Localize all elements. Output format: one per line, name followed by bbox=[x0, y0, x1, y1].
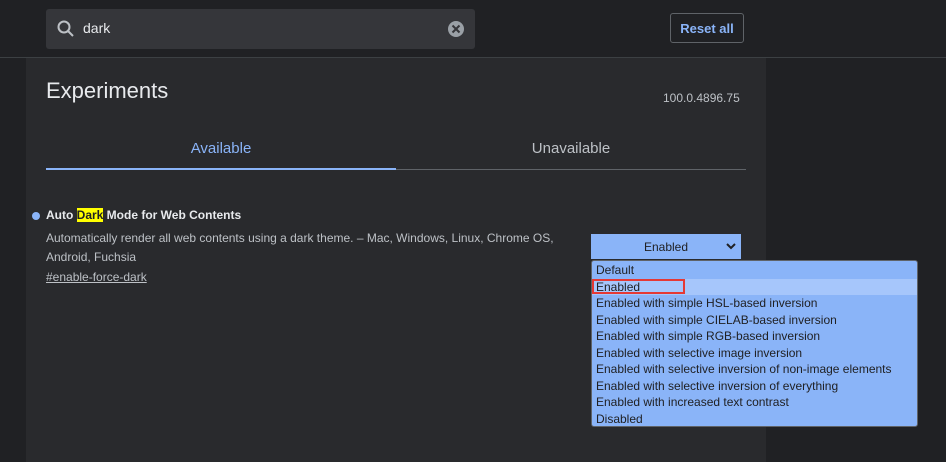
modified-indicator-icon bbox=[32, 212, 40, 220]
experiment-title-prefix: Auto bbox=[46, 208, 77, 222]
reset-all-button[interactable]: Reset all bbox=[670, 13, 744, 43]
chevron-down-icon bbox=[726, 243, 736, 250]
dropdown-option[interactable]: Enabled with simple RGB-based inversion bbox=[592, 328, 917, 345]
dropdown-option[interactable]: Enabled with simple HSL-based inversion bbox=[592, 295, 917, 312]
experiment-select[interactable]: Enabled bbox=[591, 234, 741, 259]
dropdown-option[interactable]: Enabled with simple CIELAB-based inversi… bbox=[592, 312, 917, 329]
dropdown-option[interactable]: Default bbox=[592, 262, 917, 279]
tab-available[interactable]: Available bbox=[46, 128, 396, 170]
dropdown-option[interactable]: Enabled with selective inversion of non-… bbox=[592, 361, 917, 378]
experiment-title-suffix: Mode for Web Contents bbox=[103, 208, 242, 222]
dropdown-option[interactable]: Enabled with increased text contrast bbox=[592, 394, 917, 411]
dropdown-option[interactable]: Enabled bbox=[592, 278, 917, 295]
experiment-link[interactable]: #enable-force-dark bbox=[46, 270, 147, 284]
clear-icon[interactable] bbox=[447, 20, 465, 38]
version-label: 100.0.4896.75 bbox=[663, 91, 740, 105]
experiment-title: Auto Dark Mode for Web Contents bbox=[46, 208, 241, 222]
search-icon bbox=[57, 20, 74, 37]
dropdown-option[interactable]: Enabled with selective inversion of ever… bbox=[592, 378, 917, 395]
tab-unavailable[interactable]: Unavailable bbox=[396, 128, 746, 170]
search-input[interactable]: dark bbox=[83, 20, 110, 36]
experiment-description: Automatically render all web contents us… bbox=[46, 231, 554, 264]
dropdown-option[interactable]: Enabled with selective image inversion bbox=[592, 345, 917, 362]
dropdown-option[interactable]: Disabled bbox=[592, 411, 917, 428]
page-title: Experiments bbox=[46, 78, 169, 103]
search-highlight: Dark bbox=[76, 208, 104, 222]
top-bar: dark Reset all bbox=[0, 0, 946, 58]
select-dropdown: Default Enabled Enabled with simple HSL-ba… bbox=[591, 260, 918, 427]
search-box[interactable]: dark bbox=[46, 9, 475, 49]
select-value: Enabled bbox=[643, 239, 689, 254]
